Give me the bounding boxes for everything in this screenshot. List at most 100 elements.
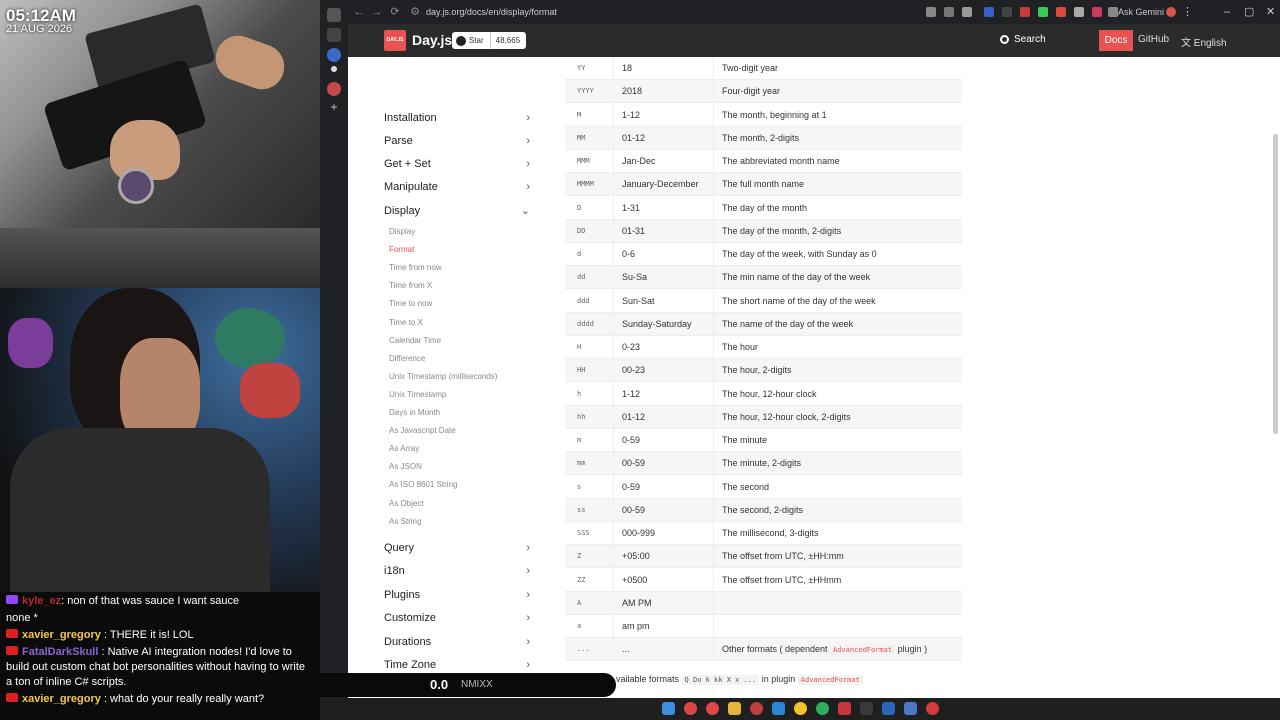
sidebar-subitem[interactable]: Time to now bbox=[389, 297, 432, 311]
page-scrollbar[interactable] bbox=[1273, 134, 1278, 434]
close-icon[interactable]: ✕ bbox=[1266, 4, 1275, 20]
chrome-icon[interactable] bbox=[684, 702, 697, 715]
sidebar-subitem[interactable]: As Array bbox=[389, 442, 419, 456]
sidebar-subitem[interactable]: Time from now bbox=[389, 261, 442, 275]
sidebar-subitem[interactable]: Format bbox=[389, 243, 414, 257]
app-icon[interactable] bbox=[794, 702, 807, 715]
format-description: The hour, 12-hour clock, 2-digits bbox=[722, 411, 851, 422]
tab-icon[interactable] bbox=[327, 28, 341, 42]
sidebar-subitem[interactable]: Calendar Time bbox=[389, 334, 441, 348]
sidebar-subitem[interactable]: Difference bbox=[389, 352, 425, 366]
sidebar-section[interactable]: Manipulate › bbox=[384, 178, 530, 196]
sidebar-section[interactable]: Display ⌄ bbox=[384, 202, 530, 220]
table-row: H 0-23 The hour bbox=[565, 336, 962, 359]
file-explorer-icon[interactable] bbox=[728, 702, 741, 715]
sidebar-section[interactable]: i18n › bbox=[384, 562, 530, 580]
zoom-icon[interactable] bbox=[926, 7, 936, 17]
bookmark-star-icon[interactable] bbox=[962, 7, 972, 17]
ask-gemini-button[interactable]: Ask Gemini bbox=[1118, 4, 1164, 20]
sidebar-section[interactable]: Time Zone › bbox=[384, 656, 530, 674]
sidebar-subitem[interactable]: As String bbox=[389, 515, 421, 529]
web-page: DAY.JS Day.js Star 48,665 Search Docs Gi… bbox=[348, 24, 1280, 698]
minimize-icon[interactable]: – bbox=[1224, 4, 1230, 20]
format-output: 01-31 bbox=[614, 219, 714, 243]
sidebar-section[interactable]: Durations › bbox=[384, 633, 530, 651]
youtube-icon bbox=[6, 629, 18, 638]
eye-off-icon[interactable] bbox=[944, 7, 954, 17]
forward-icon[interactable]: → bbox=[370, 5, 384, 19]
sidebar-section-label: Time Zone bbox=[384, 659, 437, 671]
sidebar-subitem[interactable]: Display bbox=[389, 225, 415, 239]
star-count[interactable]: 48,665 bbox=[491, 36, 520, 45]
search-button[interactable]: Search bbox=[1000, 34, 1046, 45]
format-token: s bbox=[565, 475, 614, 499]
dayjs-logo-icon[interactable]: DAY.JS bbox=[384, 30, 406, 51]
app-icon[interactable] bbox=[860, 702, 873, 715]
site-info-icon[interactable]: ⚙ bbox=[408, 5, 422, 19]
more-formats-note: vailable formats Q Do k kk X x ... in pl… bbox=[616, 674, 863, 685]
vscode-icon[interactable] bbox=[772, 702, 785, 715]
new-tab-icon[interactable]: + bbox=[327, 100, 341, 114]
github-star-button[interactable]: Star 48,665 bbox=[452, 32, 526, 49]
extension-icon[interactable] bbox=[1002, 7, 1012, 17]
plugin-link[interactable]: AdvancedFormat bbox=[830, 645, 896, 656]
app-icon[interactable] bbox=[904, 702, 917, 715]
tab-icon[interactable] bbox=[327, 48, 341, 62]
sidebar-subitem[interactable]: Unix Timestamp bbox=[389, 388, 446, 402]
extension-icon[interactable] bbox=[1074, 7, 1084, 17]
sidebar-section-label: Display bbox=[384, 205, 421, 217]
sidebar-subitem[interactable]: Time from X bbox=[389, 279, 432, 293]
browser-menu-icon[interactable]: ⋮ bbox=[1182, 4, 1193, 20]
tab-strip-toggle-icon[interactable] bbox=[327, 8, 341, 22]
tab-icon[interactable] bbox=[327, 82, 341, 96]
format-output: 0-59 bbox=[614, 475, 714, 499]
sidebar-subitem[interactable]: As ISO 8601 String bbox=[389, 478, 457, 492]
chrome-icon[interactable] bbox=[706, 702, 719, 715]
sidebar-section[interactable]: Installation › bbox=[384, 109, 530, 127]
app-icon[interactable] bbox=[926, 702, 939, 715]
table-row: YYYY 2018 Four-digit year bbox=[565, 80, 962, 104]
sidebar-section[interactable]: Parse › bbox=[384, 132, 530, 150]
site-title[interactable]: Day.js bbox=[412, 32, 452, 48]
app-icon[interactable] bbox=[882, 702, 895, 715]
app-icon[interactable] bbox=[838, 702, 851, 715]
sidebar-subitem[interactable]: As JSON bbox=[389, 460, 422, 474]
spotify-icon[interactable] bbox=[816, 702, 829, 715]
url-field[interactable]: day.js.org/docs/en/display/format bbox=[426, 4, 557, 20]
plugin-link[interactable]: AdvancedFormat bbox=[797, 675, 863, 685]
windows-start-icon[interactable] bbox=[662, 702, 675, 715]
star-text: Star bbox=[469, 36, 484, 45]
docs-link[interactable]: Docs bbox=[1099, 30, 1133, 51]
chevron-right-icon: › bbox=[526, 181, 530, 193]
app-icon[interactable] bbox=[750, 702, 763, 715]
chat-text: none * bbox=[6, 612, 38, 624]
sidebar-subitem[interactable]: Time to X bbox=[389, 316, 423, 330]
sidebar-subitem[interactable]: As Javascript Date bbox=[389, 424, 456, 438]
sidebar-subitem[interactable]: Days in Month bbox=[389, 406, 440, 420]
sidebar-section[interactable]: Plugins › bbox=[384, 586, 530, 604]
reload-icon[interactable]: ⟳ bbox=[388, 5, 402, 19]
extension-icon[interactable] bbox=[1038, 7, 1048, 17]
sidebar-subitem[interactable]: As Object bbox=[389, 497, 424, 511]
maximize-icon[interactable]: ▢ bbox=[1244, 4, 1254, 20]
chevron-right-icon: › bbox=[526, 659, 530, 671]
back-icon[interactable]: ← bbox=[352, 5, 366, 19]
language-selector[interactable]: 文 English bbox=[1181, 34, 1227, 49]
extension-icon[interactable] bbox=[1056, 7, 1066, 17]
tab-icon[interactable] bbox=[331, 66, 337, 72]
sidebar-section[interactable]: Query › bbox=[384, 539, 530, 557]
github-link[interactable]: GitHub bbox=[1138, 34, 1169, 45]
star-label[interactable]: Star bbox=[452, 32, 491, 49]
extension-icon[interactable] bbox=[984, 7, 994, 17]
format-output: AM PM bbox=[614, 591, 714, 615]
sidebar-subitem[interactable]: Unix Timestamp (milliseconds) bbox=[389, 370, 497, 384]
extension-icon[interactable] bbox=[1020, 7, 1030, 17]
profile-avatar-icon[interactable] bbox=[1166, 7, 1176, 17]
extension-icon[interactable] bbox=[1092, 7, 1102, 17]
format-description: The full month name bbox=[722, 179, 805, 190]
sidebar-section[interactable]: Customize › bbox=[384, 609, 530, 627]
format-description: The day of the month, 2-digits bbox=[722, 225, 842, 236]
extensions-puzzle-icon[interactable] bbox=[1108, 7, 1118, 17]
format-description: The day of the week, with Sunday as 0 bbox=[722, 249, 877, 259]
sidebar-section[interactable]: Get + Set › bbox=[384, 155, 530, 173]
